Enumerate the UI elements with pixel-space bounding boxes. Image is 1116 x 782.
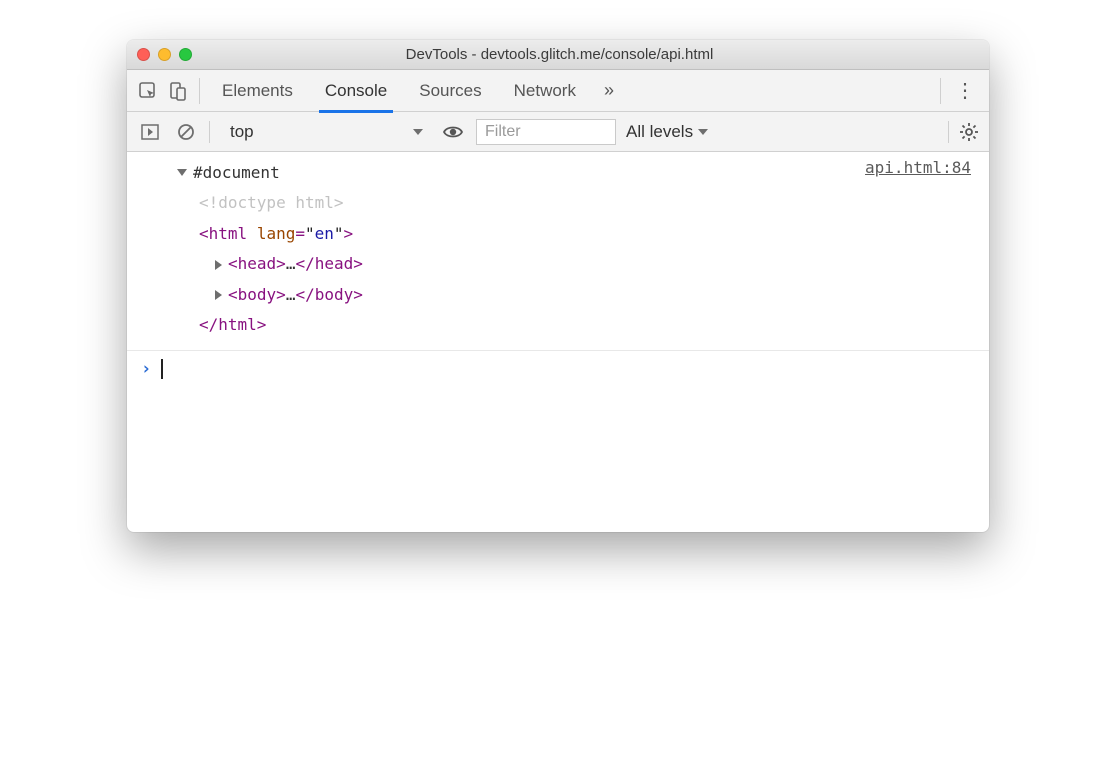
divider xyxy=(199,78,200,104)
tab-label: Elements xyxy=(222,81,293,101)
tree-node-head[interactable]: <head>…</head> xyxy=(177,249,363,279)
main-tabs: Elements Console Sources Network » ⋮ xyxy=(127,70,989,112)
tab-label: Sources xyxy=(419,81,481,101)
devtools-window: DevTools - devtools.glitch.me/console/ap… xyxy=(127,40,989,532)
divider xyxy=(940,78,941,104)
more-tabs-chevron-icon[interactable]: » xyxy=(592,80,626,101)
clear-console-icon[interactable] xyxy=(173,119,199,145)
tree-node-html-close[interactable]: </html> xyxy=(177,310,363,340)
titlebar: DevTools - devtools.glitch.me/console/ap… xyxy=(127,40,989,70)
attr-name: lang xyxy=(257,224,296,243)
customize-menu-kebab-icon[interactable]: ⋮ xyxy=(947,78,983,103)
tag-name: html xyxy=(209,224,248,243)
divider xyxy=(209,121,210,143)
tab-elements[interactable]: Elements xyxy=(206,70,309,112)
tree-node-html-open[interactable]: <html lang="en"> xyxy=(177,219,363,249)
console-toolbar: top All levels xyxy=(127,112,989,152)
console-output: #document <!doctype html> <html lang="en… xyxy=(127,152,989,532)
context-label: top xyxy=(230,122,254,142)
tree-node-body[interactable]: <body>…</body> xyxy=(177,280,363,310)
chevron-down-icon xyxy=(412,126,424,138)
tag-name: head xyxy=(238,254,277,273)
ellipsis: … xyxy=(286,285,296,304)
tag-name: body xyxy=(238,285,277,304)
tree-node-document[interactable]: #document xyxy=(177,158,363,188)
document-label: #document xyxy=(193,163,280,182)
tab-label: Network xyxy=(514,81,576,101)
console-prompt[interactable]: › xyxy=(127,351,989,387)
ellipsis: … xyxy=(286,254,296,273)
console-message[interactable]: #document <!doctype html> <html lang="en… xyxy=(127,152,989,351)
tab-network[interactable]: Network xyxy=(498,70,592,112)
log-levels-selector[interactable]: All levels xyxy=(626,122,709,142)
attr-value: en xyxy=(315,224,334,243)
levels-label: All levels xyxy=(626,122,693,142)
source-link[interactable]: api.html:84 xyxy=(865,158,971,340)
tab-console[interactable]: Console xyxy=(309,70,403,112)
toggle-sidebar-icon[interactable] xyxy=(137,119,163,145)
cursor xyxy=(161,359,163,379)
device-toolbar-icon[interactable] xyxy=(163,76,193,106)
tab-sources[interactable]: Sources xyxy=(403,70,497,112)
window-title: DevTools - devtools.glitch.me/console/ap… xyxy=(140,46,979,63)
tree-node-doctype[interactable]: <!doctype html> xyxy=(177,188,363,218)
inspect-element-icon[interactable] xyxy=(133,76,163,106)
console-settings-gear-icon[interactable] xyxy=(959,122,979,142)
filter-input[interactable] xyxy=(476,119,616,145)
tab-label: Console xyxy=(325,81,387,101)
prompt-caret-icon: › xyxy=(141,359,151,379)
disclosure-triangle-icon[interactable] xyxy=(215,290,222,300)
divider xyxy=(948,121,949,143)
dom-tree: #document <!doctype html> <html lang="en… xyxy=(177,158,363,340)
disclosure-triangle-icon[interactable] xyxy=(177,169,187,176)
disclosure-triangle-icon[interactable] xyxy=(215,260,222,270)
chevron-down-icon xyxy=(697,126,709,138)
live-expression-eye-icon[interactable] xyxy=(440,119,466,145)
execution-context-selector[interactable]: top xyxy=(220,118,430,146)
